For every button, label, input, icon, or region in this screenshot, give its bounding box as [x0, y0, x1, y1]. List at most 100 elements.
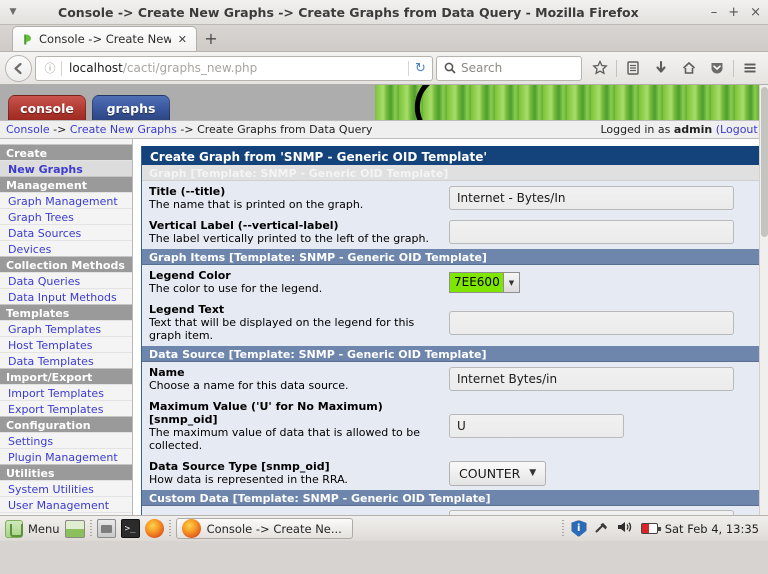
data-source-type-value: COUNTER [459, 466, 520, 481]
sidebar-item-data-queries[interactable]: Data Queries [0, 272, 132, 288]
cacti-tab-console[interactable]: console [8, 95, 86, 120]
file-manager-icon[interactable] [97, 519, 116, 538]
close-button[interactable]: × [750, 6, 761, 19]
sidebar-item-graph-trees[interactable]: Graph Trees [0, 208, 132, 224]
taskbar-separator-2 [169, 520, 171, 537]
reading-list-icon[interactable] [620, 55, 646, 82]
cacti-tab-graphs[interactable]: graphs [92, 95, 170, 120]
home-icon[interactable] [676, 55, 702, 82]
data-source-type-select[interactable]: COUNTER ▼ [449, 461, 546, 486]
cacti-leaf-icon [21, 33, 34, 46]
sidebar-item-devices[interactable]: Devices [0, 240, 132, 256]
breadcrumb-sep-1: -> [53, 123, 66, 136]
mint-menu-icon[interactable] [5, 520, 23, 538]
firefox-icon[interactable] [145, 519, 164, 538]
sidebar-item-data-sources[interactable]: Data Sources [0, 224, 132, 240]
section-header-graph: Graph [Template: SNMP - Generic OID Temp… [142, 165, 759, 181]
new-tab-button[interactable]: + [197, 26, 225, 51]
back-button[interactable] [5, 55, 32, 82]
sidebar-item-settings[interactable]: Settings [0, 432, 132, 448]
browser-toolbar-icons [585, 55, 763, 82]
browser-tab-label: Console -> Create New G... [39, 32, 171, 46]
sidebar-item-import-templates[interactable]: Import Templates [0, 384, 132, 400]
url-bar[interactable]: ⓘ localhost/cacti/graphs_new.php ↻ [35, 56, 433, 81]
data-source-name-input[interactable]: Internet Bytes/in [449, 367, 734, 391]
bookmark-star-icon[interactable] [587, 55, 613, 82]
show-desktop-icon[interactable] [65, 520, 85, 538]
browser-tab[interactable]: Console -> Create New G... ✕ [12, 26, 197, 51]
taskbar-window-button[interactable]: Console -> Create Ne... [176, 518, 353, 539]
tray-separator [562, 520, 564, 537]
terminal-icon[interactable]: >_ [121, 519, 140, 538]
title-input[interactable]: Internet - Bytes/In [449, 186, 734, 210]
downloads-icon[interactable] [648, 55, 674, 82]
field-label-maximum-value: Maximum Value ('U' for No Maximum) [snmp… [149, 400, 449, 452]
menu-label[interactable]: Menu [28, 522, 60, 536]
search-input[interactable]: Search [436, 56, 582, 81]
field-legend-color-label: Legend Color [149, 269, 441, 282]
logout-link[interactable]: (Logout) [716, 123, 762, 136]
chevron-down-icon[interactable]: ▼ [503, 273, 519, 292]
field-dstype-label: Data Source Type [snmp_oid] [149, 460, 441, 473]
field-row-legend-text: Legend Text Text that will be displayed … [142, 299, 759, 346]
field-label-data-source-type: Data Source Type [snmp_oid] How data is … [149, 460, 449, 486]
field-row-vertical-label: Vertical Label (--vertical-label) The la… [142, 215, 759, 249]
toolbar-divider [616, 60, 617, 77]
sidebar-item-host-templates[interactable]: Host Templates [0, 336, 132, 352]
sidebar-item-graph-templates[interactable]: Graph Templates [0, 320, 132, 336]
sidebar-item-new-graphs[interactable]: New Graphs [0, 160, 132, 176]
sidebar-group-templates: Templates [0, 304, 132, 320]
field-value-legend-text [449, 311, 752, 335]
page-body: Create New Graphs Management Graph Manag… [0, 139, 768, 515]
field-vertical-label: Vertical Label (--vertical-label) [149, 219, 441, 232]
window-controls: – + × [711, 6, 768, 19]
field-legend-color-desc: The color to use for the legend. [149, 282, 441, 295]
breadcrumb-console[interactable]: Console [6, 123, 50, 136]
sidebar-item-data-input-methods[interactable]: Data Input Methods [0, 288, 132, 304]
field-title-desc: The name that is printed on the graph. [149, 198, 441, 211]
battery-icon[interactable] [641, 523, 658, 534]
field-label-name: Name Choose a name for this data source. [149, 366, 449, 392]
breadcrumb: Console -> Create New Graphs -> Create G… [6, 123, 372, 136]
site-info-icon[interactable]: ⓘ [39, 60, 61, 76]
field-row-data-source-type: Data Source Type [snmp_oid] How data is … [142, 456, 759, 490]
taskbar-separator-1 [90, 520, 92, 537]
field-value-vertical [449, 220, 752, 244]
field-label-title: Title (--title) The name that is printed… [149, 185, 449, 211]
update-manager-icon[interactable]: i [571, 520, 587, 537]
legend-color-dropdown[interactable]: 7EE600 ▼ [449, 272, 520, 293]
breadcrumb-create-new-graphs[interactable]: Create New Graphs [70, 123, 177, 136]
cacti-sidebar: Create New Graphs Management Graph Manag… [0, 139, 133, 515]
page-scrollbar[interactable] [759, 85, 768, 515]
field-label-legend-color: Legend Color The color to use for the le… [149, 269, 449, 295]
pocket-shield-icon[interactable] [704, 55, 730, 82]
clock[interactable]: Sat Feb 4, 13:35 [665, 522, 759, 536]
sidebar-group-create: Create [0, 144, 132, 160]
sidebar-item-export-templates[interactable]: Export Templates [0, 400, 132, 416]
volume-icon[interactable] [617, 520, 634, 537]
taskbar-window-label: Console -> Create Ne... [207, 522, 342, 536]
sidebar-item-graph-management[interactable]: Graph Management [0, 192, 132, 208]
sidebar-item-user-management[interactable]: User Management [0, 496, 132, 512]
field-name-label: Name [149, 366, 441, 379]
sidebar-item-data-templates[interactable]: Data Templates [0, 352, 132, 368]
minimize-button[interactable]: – [711, 6, 718, 19]
tab-close-icon[interactable]: ✕ [176, 33, 189, 46]
field-value-legend-color: 7EE600 ▼ [449, 271, 752, 293]
sidebar-item-plugin-management[interactable]: Plugin Management [0, 448, 132, 464]
search-icon [444, 62, 456, 74]
oid-input[interactable]: .1.3.6.1.4.1.14988.1.1.2.1.1.8.19 [449, 510, 734, 515]
maximum-value-input[interactable]: U [449, 414, 624, 438]
sidebar-item-system-utilities[interactable]: System Utilities [0, 480, 132, 496]
maximize-button[interactable]: + [728, 6, 739, 19]
reload-icon[interactable]: ↻ [408, 61, 432, 76]
field-row-name: Name Choose a name for this data source.… [142, 362, 759, 396]
legend-text-input[interactable] [449, 311, 734, 335]
scrollbar-thumb[interactable] [761, 87, 768, 237]
vertical-label-input[interactable] [449, 220, 734, 244]
hamburger-menu-icon[interactable] [737, 55, 763, 82]
browser-navbar: ⓘ localhost/cacti/graphs_new.php ↻ Searc… [0, 52, 768, 85]
window-title: Console -> Create New Graphs -> Create G… [0, 5, 711, 20]
field-legend-text-desc: Text that will be displayed on the legen… [149, 316, 441, 342]
network-plug-icon[interactable] [594, 520, 610, 537]
